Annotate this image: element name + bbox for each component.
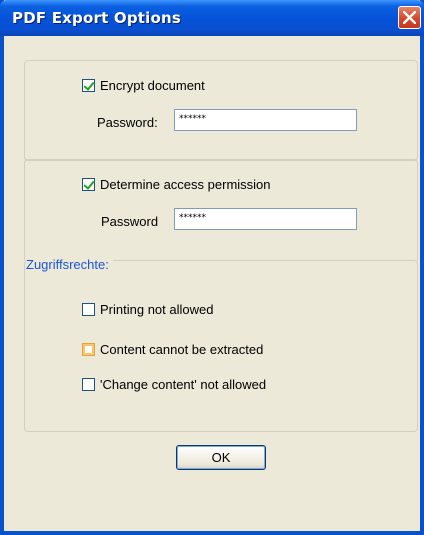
encrypt-document-checkbox[interactable]: Encrypt document (82, 78, 205, 93)
printing-checkbox-label: Printing not allowed (100, 302, 214, 317)
title-bar[interactable]: PDF Export Options (0, 0, 424, 36)
extraction-checkbox-label: Content cannot be extracted (100, 342, 264, 357)
printing-not-allowed-checkbox[interactable]: Printing not allowed (82, 302, 213, 317)
encrypt-password-field[interactable]: ****** (174, 109, 357, 131)
change-content-checkbox-label: 'Change content' not allowed (100, 377, 267, 392)
access-password-label: Password (101, 214, 159, 229)
printing-checkbox-box[interactable] (82, 303, 95, 316)
close-button[interactable] (398, 6, 421, 29)
change-content-checkbox[interactable]: 'Change content' not allowed (82, 377, 266, 392)
permissions-group-label: Zugriffsrechte: (26, 257, 113, 272)
pdf-export-dialog: PDF Export Options Zugriffsrechte: Encry… (0, 0, 424, 535)
content-extraction-checkbox[interactable]: Content cannot be extracted (82, 342, 263, 357)
encrypt-checkbox-box[interactable] (82, 79, 95, 92)
access-checkbox-box[interactable] (82, 178, 95, 191)
window-title: PDF Export Options (12, 9, 181, 27)
encrypt-password-label: Password: (97, 115, 158, 130)
access-password-field[interactable]: ****** (174, 208, 357, 230)
dialog-content: Zugriffsrechte: Encrypt document Passwor… (4, 32, 420, 531)
ok-button[interactable]: OK (176, 445, 266, 470)
change-content-checkbox-box[interactable] (82, 378, 95, 391)
access-checkbox-label: Determine access permission (100, 177, 271, 192)
access-permission-checkbox[interactable]: Determine access permission (82, 177, 271, 192)
encrypt-checkbox-label: Encrypt document (100, 78, 205, 93)
close-icon (403, 11, 416, 24)
extraction-checkbox-box[interactable] (82, 343, 95, 356)
